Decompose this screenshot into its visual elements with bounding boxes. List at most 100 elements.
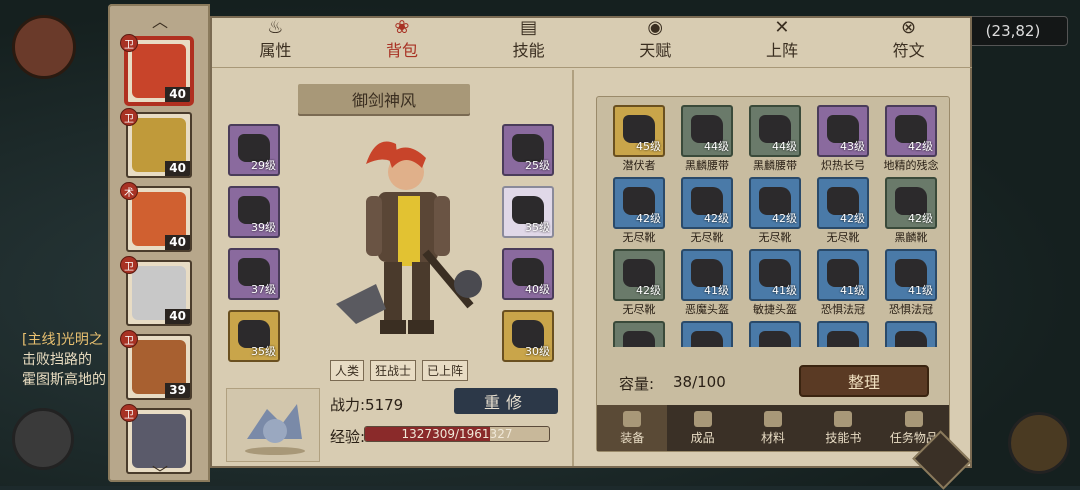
tab-1[interactable]: ❀ 背包	[386, 17, 418, 61]
item-name: 无尽靴	[758, 231, 792, 244]
equipment-slot[interactable]: 39级	[228, 186, 280, 238]
map-coordinates: (23,82)	[958, 16, 1068, 46]
equipment-level: 29级	[251, 159, 276, 172]
inventory-tab-label: 成品	[690, 430, 715, 445]
item-name: 恐惧法冠	[821, 303, 865, 316]
inventory-item[interactable]: 41级 敏捷头盔	[743, 249, 811, 321]
equipment-slot[interactable]: 29级	[228, 124, 280, 176]
inventory-item[interactable]: 43级 炽热长弓	[811, 105, 879, 177]
item-icon	[691, 331, 723, 347]
hero-equipment-area: 御剑神风 29级 39级 37级 35级 25级 35级 40级 30级 人类 狂战士 已上阵	[212, 70, 570, 468]
inventory-tab-icon	[623, 410, 642, 427]
inventory-item[interactable]: 41级 恐惧法冠	[879, 249, 943, 321]
skill-book-icon: ▤	[520, 16, 538, 38]
inventory-tab-label: 技能书	[825, 430, 862, 445]
hero-level: 39	[165, 383, 190, 398]
hero-class-badge: 卫	[120, 108, 138, 126]
tab-label: 符文	[892, 41, 925, 60]
chevron-up-icon[interactable]: ︿	[152, 8, 168, 32]
pet-button[interactable]	[12, 408, 74, 470]
player-avatar[interactable]	[12, 15, 76, 79]
backpack-icon: ❀	[394, 16, 410, 38]
inventory-item-slot: 42级	[681, 177, 733, 229]
tab-label: 上阵	[765, 41, 798, 60]
pet-slot[interactable]	[226, 388, 320, 462]
inventory-tab[interactable]: 装备	[597, 405, 668, 451]
inventory-item[interactable]: 42级 无尽靴	[743, 177, 811, 249]
equipment-slot[interactable]: 35级	[502, 186, 554, 238]
attribute-icon: ♨	[267, 16, 284, 38]
inventory-item[interactable]: 42级 地精的残念	[879, 105, 943, 177]
inventory-tab-icon	[834, 410, 853, 427]
tab-5[interactable]: ⊗ 符文	[893, 17, 925, 61]
chevron-down-icon[interactable]: ﹀	[152, 460, 168, 484]
panel-divider	[572, 70, 574, 466]
inventory-grid[interactable]: 45级 潜伏者 44级 黑麟腰带 44级 黑麟腰带 43级 炽热长弓 42级 地精的残念 42级 无尽…	[607, 105, 943, 347]
inventory-tab-label: 材料	[761, 430, 786, 445]
item-level: 44级	[704, 140, 729, 153]
item-name: 无尽靴	[826, 231, 860, 244]
inventory-item[interactable]: 42级 无尽靴	[607, 249, 675, 321]
item-level: 42级	[704, 212, 729, 225]
inventory-tab[interactable]: 技能书	[808, 405, 878, 451]
inventory-tab-icon	[904, 410, 923, 427]
sort-button[interactable]: 整理	[799, 365, 929, 397]
inventory-item[interactable]	[607, 321, 675, 347]
capacity-value: 38/100	[673, 373, 726, 391]
quest-tracker[interactable]: [主线]光明之 击败挡路的 霍图斯高地的	[22, 330, 106, 390]
tab-label: 背包	[385, 41, 418, 60]
inventory-item-slot	[749, 321, 801, 347]
combat-power: 战力:5179	[330, 396, 404, 414]
inventory-item-slot: 42级	[885, 177, 937, 229]
item-name: 黑麟腰带	[685, 159, 729, 172]
equipment-slot[interactable]: 35级	[228, 310, 280, 362]
inventory-item[interactable]: 42级 无尽靴	[607, 177, 675, 249]
chest-button[interactable]	[1008, 412, 1070, 474]
inventory-item[interactable]	[811, 321, 879, 347]
hero-name: 御剑神风	[298, 84, 470, 114]
inventory-item[interactable]: 45级 潜伏者	[607, 105, 675, 177]
equipment-slot[interactable]: 37级	[228, 248, 280, 300]
inventory-item[interactable]	[675, 321, 743, 347]
inventory-item[interactable]: 44级 黑麟腰带	[743, 105, 811, 177]
inventory-item-slot: 42级	[885, 105, 937, 157]
inventory-item[interactable]: 42级 无尽靴	[811, 177, 879, 249]
inventory-tab-icon	[693, 410, 712, 427]
inventory-item[interactable]: 44级黑麟腰带	[675, 105, 743, 177]
inventory-item-slot: 43级	[817, 105, 869, 157]
hero-roster[interactable]: ︿ 40 卫 40 卫 40 术 40 卫 39 卫卫 ﹀	[108, 4, 210, 484]
inventory-item[interactable]: 42级 无尽靴	[675, 177, 743, 249]
inventory-item[interactable]	[879, 321, 943, 347]
tab-4[interactable]: ✕ 上阵	[766, 17, 798, 61]
inventory-item-slot: 44级	[681, 105, 733, 157]
inventory-item[interactable]: 42级 黑麟靴	[879, 177, 943, 249]
inventory-item[interactable]	[743, 321, 811, 347]
equipment-slot[interactable]: 30级	[502, 310, 554, 362]
hero-level: 40	[165, 309, 190, 324]
item-name: 无尽靴	[622, 231, 656, 244]
equipment-slot[interactable]: 25级	[502, 124, 554, 176]
item-level: 41级	[908, 284, 933, 297]
tab-label: 属性	[259, 41, 292, 60]
item-icon	[895, 331, 927, 347]
inventory-tab[interactable]: 材料	[738, 405, 808, 451]
inventory-item[interactable]: 41级 恶魔头盔	[675, 249, 743, 321]
inventory-item-slot	[817, 321, 869, 347]
tab-3[interactable]: ◉ 天赋	[639, 17, 671, 61]
exp-value: 1327309/1961327	[401, 427, 513, 441]
inventory-tab-icon	[764, 410, 783, 427]
equipment-level: 35级	[251, 345, 276, 358]
inventory-tab[interactable]: 成品	[667, 405, 737, 451]
hero-panel: ♨ 属性 ❀ 背包 ▤ 技能 ◉ 天赋 ✕ 上阵 ⊗ 符文 御剑神风 29级 39级 37级 35级 25级 3…	[210, 16, 972, 468]
equipment-level: 40级	[525, 283, 550, 296]
equipment-level: 35级	[525, 221, 550, 234]
capacity-label: 容量:	[619, 375, 655, 393]
inventory-tabs: 装备 成品 材料 技能书 任务物品	[597, 405, 949, 451]
inventory-item[interactable]: 41级 恐惧法冠	[811, 249, 879, 321]
equipment-slot[interactable]: 40级	[502, 248, 554, 300]
hero-tag: 人类	[330, 360, 365, 381]
tab-0[interactable]: ♨ 属性	[259, 17, 291, 61]
reforge-button[interactable]: 重修	[454, 388, 558, 414]
tab-2[interactable]: ▤ 技能	[513, 17, 545, 61]
item-name: 恶魔头盔	[685, 303, 729, 316]
